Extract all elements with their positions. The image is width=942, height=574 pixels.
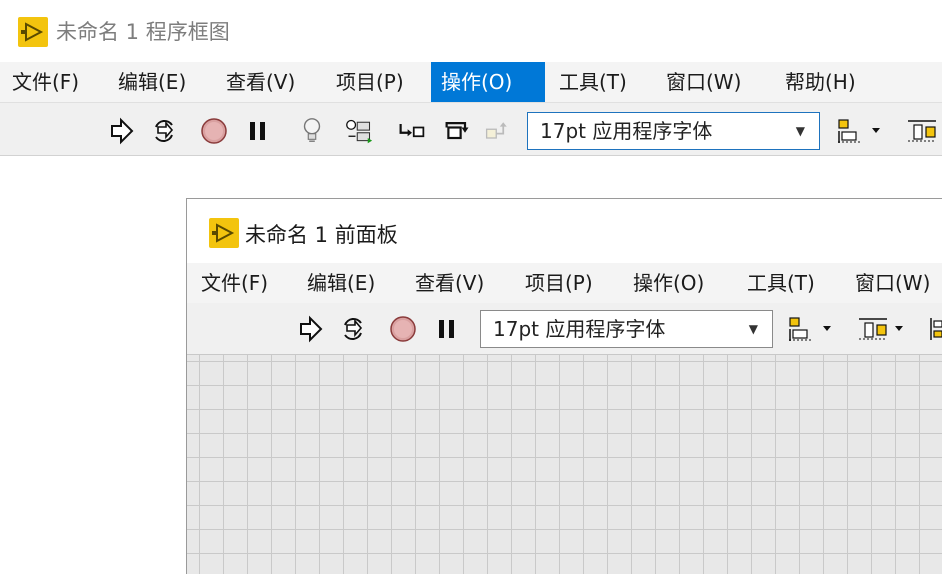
font-select-value: 17pt 应用程序字体 [540, 119, 713, 143]
front-panel-canvas[interactable] [187, 355, 942, 574]
resize-objects-icon[interactable] [927, 315, 942, 343]
menu-project[interactable]: 项目(P) [326, 62, 414, 102]
font-select[interactable]: 17pt 应用程序字体 ▼ [527, 112, 820, 150]
step-into-icon[interactable] [398, 117, 426, 145]
menu-help[interactable]: 帮助(H) [775, 62, 866, 102]
chevron-down-icon: ▼ [748, 322, 758, 336]
align-objects-icon[interactable] [836, 117, 886, 145]
labview-logo-icon [18, 17, 48, 47]
menu-window[interactable]: 窗口(W) [845, 263, 940, 303]
abort-icon[interactable] [200, 117, 228, 145]
labview-logo-icon [209, 218, 239, 248]
pause-icon[interactable] [433, 315, 461, 343]
block-diagram-titlebar: 未命名 1 程序框图 [0, 0, 942, 62]
block-diagram-title: 未命名 1 程序框图 [56, 20, 230, 44]
menu-file[interactable]: 文件(F) [2, 62, 89, 102]
distribute-objects-icon[interactable] [906, 117, 942, 145]
menu-tools[interactable]: 工具(T) [549, 62, 637, 102]
run-arrow-icon[interactable] [297, 315, 325, 343]
abort-icon[interactable] [389, 315, 417, 343]
step-out-icon[interactable] [484, 117, 512, 145]
run-arrow-icon[interactable] [108, 117, 136, 145]
front-panel-title: 未命名 1 前面板 [245, 223, 398, 247]
distribute-objects-icon[interactable] [857, 315, 909, 343]
menu-file[interactable]: 文件(F) [191, 263, 278, 303]
menu-edit[interactable]: 编辑(E) [297, 263, 385, 303]
front-panel-window: 未命名 1 前面板 文件(F) 编辑(E) 查看(V) 项目(P) 操作(O) … [186, 198, 942, 574]
front-panel-toolbar: 17pt 应用程序字体 ▼ [187, 303, 942, 355]
front-panel-menubar: 文件(F) 编辑(E) 查看(V) 项目(P) 操作(O) 工具(T) 窗口(W… [187, 263, 942, 303]
run-continuously-icon[interactable] [150, 117, 178, 145]
font-select[interactable]: 17pt 应用程序字体 ▼ [480, 310, 773, 348]
menu-edit[interactable]: 编辑(E) [108, 62, 196, 102]
menu-view[interactable]: 查看(V) [216, 62, 305, 102]
retain-wire-values-icon[interactable] [345, 117, 373, 145]
align-objects-icon[interactable] [787, 315, 837, 343]
chevron-down-icon: ▼ [795, 124, 805, 138]
highlight-execution-icon[interactable] [298, 116, 326, 144]
font-select-value: 17pt 应用程序字体 [493, 317, 666, 341]
menu-view[interactable]: 查看(V) [405, 263, 494, 303]
menu-operate[interactable]: 操作(O) [623, 263, 714, 303]
pause-icon[interactable] [244, 117, 272, 145]
menu-operate[interactable]: 操作(O) [431, 62, 545, 102]
block-diagram-toolbar: 17pt 应用程序字体 ▼ [0, 102, 942, 156]
block-diagram-menubar: 文件(F) 编辑(E) 查看(V) 项目(P) 操作(O) 工具(T) 窗口(W… [0, 62, 942, 102]
menu-project[interactable]: 项目(P) [515, 263, 603, 303]
menu-window[interactable]: 窗口(W) [656, 62, 751, 102]
menu-tools[interactable]: 工具(T) [737, 263, 825, 303]
step-over-icon[interactable] [444, 117, 472, 145]
run-continuously-icon[interactable] [339, 315, 367, 343]
